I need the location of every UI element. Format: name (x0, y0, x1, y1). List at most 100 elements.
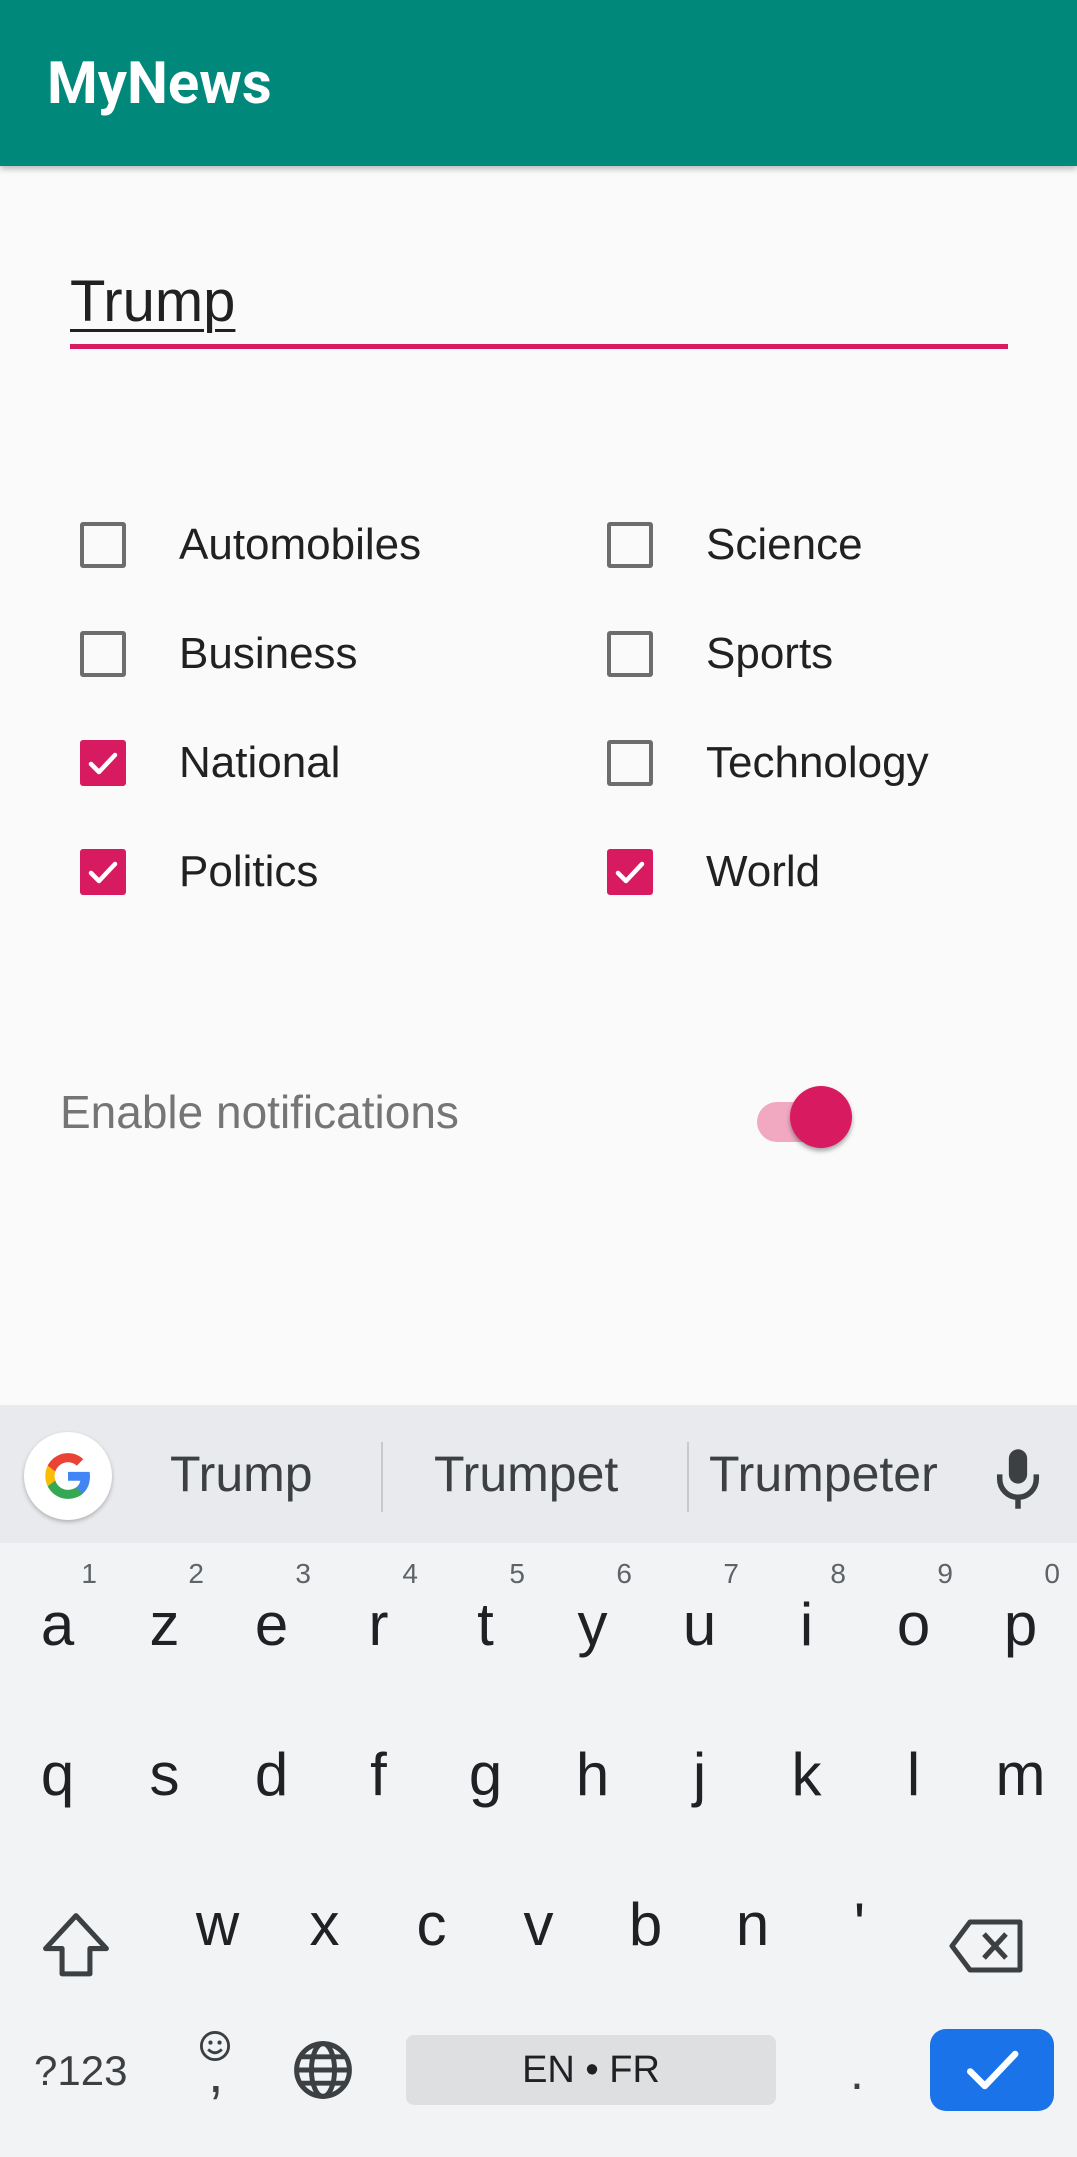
switch-thumb (790, 1086, 852, 1148)
key-char: j (692, 1741, 707, 1808)
checkbox-checked[interactable] (607, 849, 653, 895)
key-e[interactable]: 3e (218, 1550, 325, 1700)
checkbox-checked[interactable] (80, 849, 126, 895)
key-char: z (149, 1591, 180, 1658)
key-n[interactable]: n (699, 1850, 806, 2000)
key-w[interactable]: w (164, 1850, 271, 2000)
key-hint: 0 (1044, 1558, 1060, 1589)
globe-icon (294, 2041, 352, 2099)
category-label: Technology (706, 738, 929, 787)
key-hint: 2 (188, 1558, 204, 1589)
key-p[interactable]: 0p (967, 1550, 1074, 1700)
key-f[interactable]: f (325, 1700, 432, 1850)
suggestion-1[interactable]: Trump (170, 1445, 313, 1503)
suggestion-bar: Trump Trumpet Trumpeter (0, 1405, 1077, 1543)
key-char: c (416, 1891, 447, 1958)
key-m[interactable]: m (967, 1700, 1074, 1850)
key-a[interactable]: 1a (4, 1550, 111, 1700)
search-field[interactable] (70, 255, 1008, 350)
category-checkbox-technology[interactable]: Technology (597, 723, 1037, 803)
key-r[interactable]: 4r (325, 1550, 432, 1700)
category-checkbox-science[interactable]: Science (597, 505, 1037, 585)
period-key[interactable]: . (850, 2043, 864, 2101)
key-o[interactable]: 9o (860, 1550, 967, 1700)
checkmark-icon (88, 752, 118, 775)
checkbox-unchecked[interactable] (80, 522, 126, 568)
key-char: n (735, 1891, 770, 1958)
check-icon (966, 2050, 1019, 2090)
category-checkbox-national[interactable]: National (70, 723, 510, 803)
key-char: m (995, 1741, 1046, 1808)
space-key[interactable]: EN • FR (406, 2035, 776, 2105)
enter-key[interactable] (930, 2029, 1054, 2111)
key-char: o (896, 1591, 931, 1658)
key-char: q (40, 1741, 75, 1808)
suggestion-divider (381, 1442, 383, 1512)
key-char: g (468, 1741, 503, 1808)
key-apostrophe[interactable]: ' (806, 1850, 913, 2000)
key-u[interactable]: 7u (646, 1550, 753, 1700)
checkbox-unchecked[interactable] (607, 740, 653, 786)
key-char: e (254, 1591, 289, 1658)
key-x[interactable]: x (271, 1850, 378, 2000)
key-char: x (309, 1891, 340, 1958)
notifications-switch[interactable] (752, 1083, 862, 1151)
checkbox-checked[interactable] (80, 740, 126, 786)
category-checkbox-automobiles[interactable]: Automobiles (70, 505, 510, 585)
category-checkbox-world[interactable]: World (597, 832, 1037, 912)
category-checkbox-business[interactable]: Business (70, 614, 510, 694)
key-char: s (149, 1741, 180, 1808)
key-char: k (791, 1741, 822, 1808)
backspace-key[interactable] (948, 1915, 1038, 1985)
category-checkbox-sports[interactable]: Sports (597, 614, 1037, 694)
shift-icon (43, 1913, 109, 1977)
key-hint: 3 (295, 1558, 311, 1589)
key-b[interactable]: b (592, 1850, 699, 2000)
key-hint: 8 (830, 1558, 846, 1589)
category-checkbox-politics[interactable]: Politics (70, 832, 510, 912)
search-input[interactable] (70, 255, 1008, 347)
checkbox-unchecked[interactable] (80, 631, 126, 677)
key-t[interactable]: 5t (432, 1550, 539, 1700)
key-hint: 4 (402, 1558, 418, 1589)
key-d[interactable]: d (218, 1700, 325, 1850)
globe-key[interactable] (290, 2037, 356, 2103)
key-j[interactable]: j (646, 1700, 753, 1850)
key-char: y (577, 1591, 608, 1658)
category-label: Science (706, 520, 863, 569)
key-q[interactable]: q (4, 1700, 111, 1850)
mic-icon[interactable] (990, 1447, 1046, 1511)
key-hint: 5 (509, 1558, 525, 1589)
key-i[interactable]: 8i (753, 1550, 860, 1700)
suggestion-3[interactable]: Trumpeter (709, 1445, 938, 1503)
key-c[interactable]: c (378, 1850, 485, 2000)
app-title: MyNews (47, 50, 272, 118)
category-label: National (179, 738, 341, 787)
checkmark-icon (88, 861, 118, 884)
key-k[interactable]: k (753, 1700, 860, 1850)
suggestion-2[interactable]: Trumpet (434, 1445, 618, 1503)
checkmark-icon (615, 861, 645, 884)
key-y[interactable]: 6y (539, 1550, 646, 1700)
key-char: a (40, 1591, 75, 1658)
key-s[interactable]: s (111, 1700, 218, 1850)
key-h[interactable]: h (539, 1700, 646, 1850)
key-char: v (523, 1891, 554, 1958)
key-l[interactable]: l (860, 1700, 967, 1850)
key-char: w (195, 1891, 240, 1958)
soft-keyboard: Trump Trumpet Trumpeter 1a2z3e4r5t6y7u8i… (0, 1405, 1077, 2157)
search-underline (70, 344, 1008, 349)
backspace-icon (949, 1919, 1023, 1973)
shift-key[interactable] (38, 1908, 128, 1988)
category-label: Business (179, 629, 358, 678)
symbols-key[interactable]: ?123 (34, 2047, 127, 2095)
comma-key[interactable]: , (208, 2040, 224, 2105)
checkbox-unchecked[interactable] (607, 522, 653, 568)
checkbox-unchecked[interactable] (607, 631, 653, 677)
key-g[interactable]: g (432, 1700, 539, 1850)
notifications-label: Enable notifications (60, 1086, 459, 1138)
key-v[interactable]: v (485, 1850, 592, 2000)
google-g-icon[interactable] (24, 1432, 112, 1520)
key-z[interactable]: 2z (111, 1550, 218, 1700)
key-char: p (1003, 1591, 1038, 1658)
